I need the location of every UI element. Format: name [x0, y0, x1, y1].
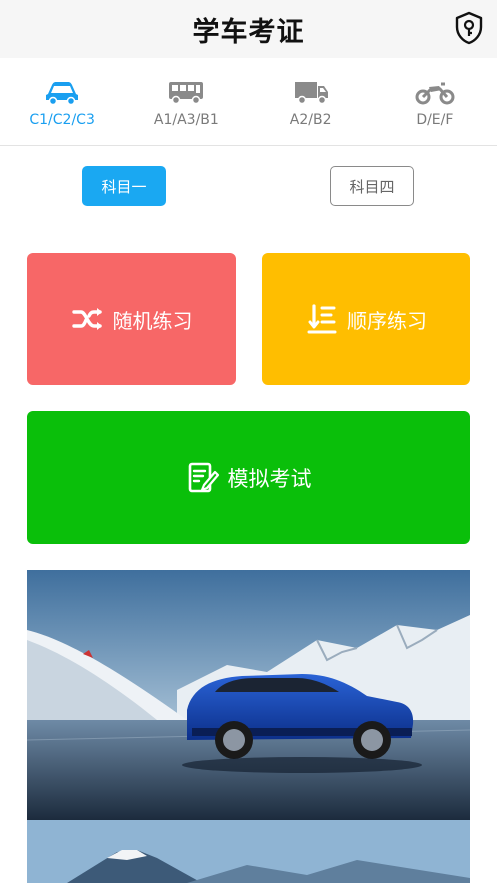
random-practice-button[interactable]: 随机练习 [27, 253, 236, 385]
promo-banner-image-2[interactable] [27, 820, 470, 883]
tab-a1-a3-b1[interactable]: A1/A3/B1 [124, 58, 248, 145]
tab-label: D/E/F [416, 112, 454, 128]
tab-label: A2/B2 [289, 112, 332, 128]
subject-one-button[interactable]: 科目一 [82, 166, 166, 206]
subject-selector: 科目一 科目四 [0, 146, 497, 226]
tab-d-e-f[interactable]: D/E/F [373, 58, 497, 145]
tab-c1-c2-c3[interactable]: C1/C2/C3 [0, 58, 124, 145]
random-practice-label: 随机练习 [112, 308, 193, 333]
shield-key-icon[interactable] [453, 11, 485, 45]
license-type-tabs: C1/C2/C3 A1/A3/B1 A2/B2 D/E/F [0, 58, 497, 146]
tab-label: A1/A3/B1 [153, 112, 219, 128]
mock-exam-button[interactable]: 模拟考试 [27, 411, 470, 544]
motorcycle-icon [415, 82, 455, 105]
sort-list-icon [307, 304, 337, 334]
subject-four-button[interactable]: 科目四 [330, 166, 414, 206]
mock-exam-label: 模拟考试 [227, 466, 312, 491]
sequential-practice-button[interactable]: 顺序练习 [262, 253, 470, 385]
car-banner-picture [27, 570, 470, 820]
exam-edit-icon [188, 462, 219, 492]
app-header: 学车考证 [0, 0, 497, 58]
truck-icon [294, 82, 328, 105]
tab-label: C1/C2/C3 [29, 112, 95, 128]
sequential-practice-label: 顺序练习 [347, 308, 427, 333]
promo-banner-image[interactable] [27, 570, 470, 820]
mountain-banner-picture [27, 820, 470, 883]
bus-icon [169, 82, 204, 105]
page-title: 学车考证 [192, 16, 305, 48]
car-icon [46, 82, 79, 106]
tab-a2-b2[interactable]: A2/B2 [249, 58, 373, 145]
shuffle-icon [71, 308, 102, 330]
